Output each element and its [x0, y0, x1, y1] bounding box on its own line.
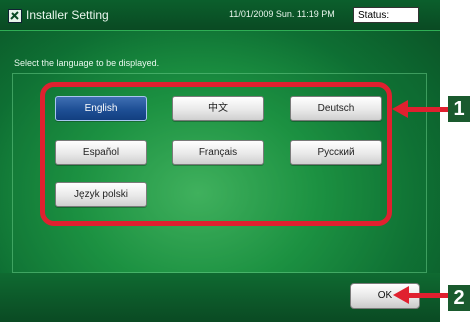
datetime-display: 11/01/2009 Sun. 11:19 PM	[229, 9, 335, 19]
callout-badge-1: 1	[448, 96, 470, 122]
callout-2-line	[407, 293, 448, 298]
instruction-text: Select the language to be displayed.	[14, 58, 160, 68]
status-field: Status:	[353, 7, 419, 23]
language-highlight-box	[40, 82, 392, 226]
device-screen: Installer Setting 11/01/2009 Sun. 11:19 …	[0, 0, 440, 322]
callout-badge-2: 2	[448, 285, 470, 311]
title-bar: Installer Setting 11/01/2009 Sun. 11:19 …	[0, 0, 440, 31]
callout-1-line	[406, 107, 448, 112]
installer-icon	[8, 9, 22, 23]
window-title: Installer Setting	[26, 8, 109, 22]
